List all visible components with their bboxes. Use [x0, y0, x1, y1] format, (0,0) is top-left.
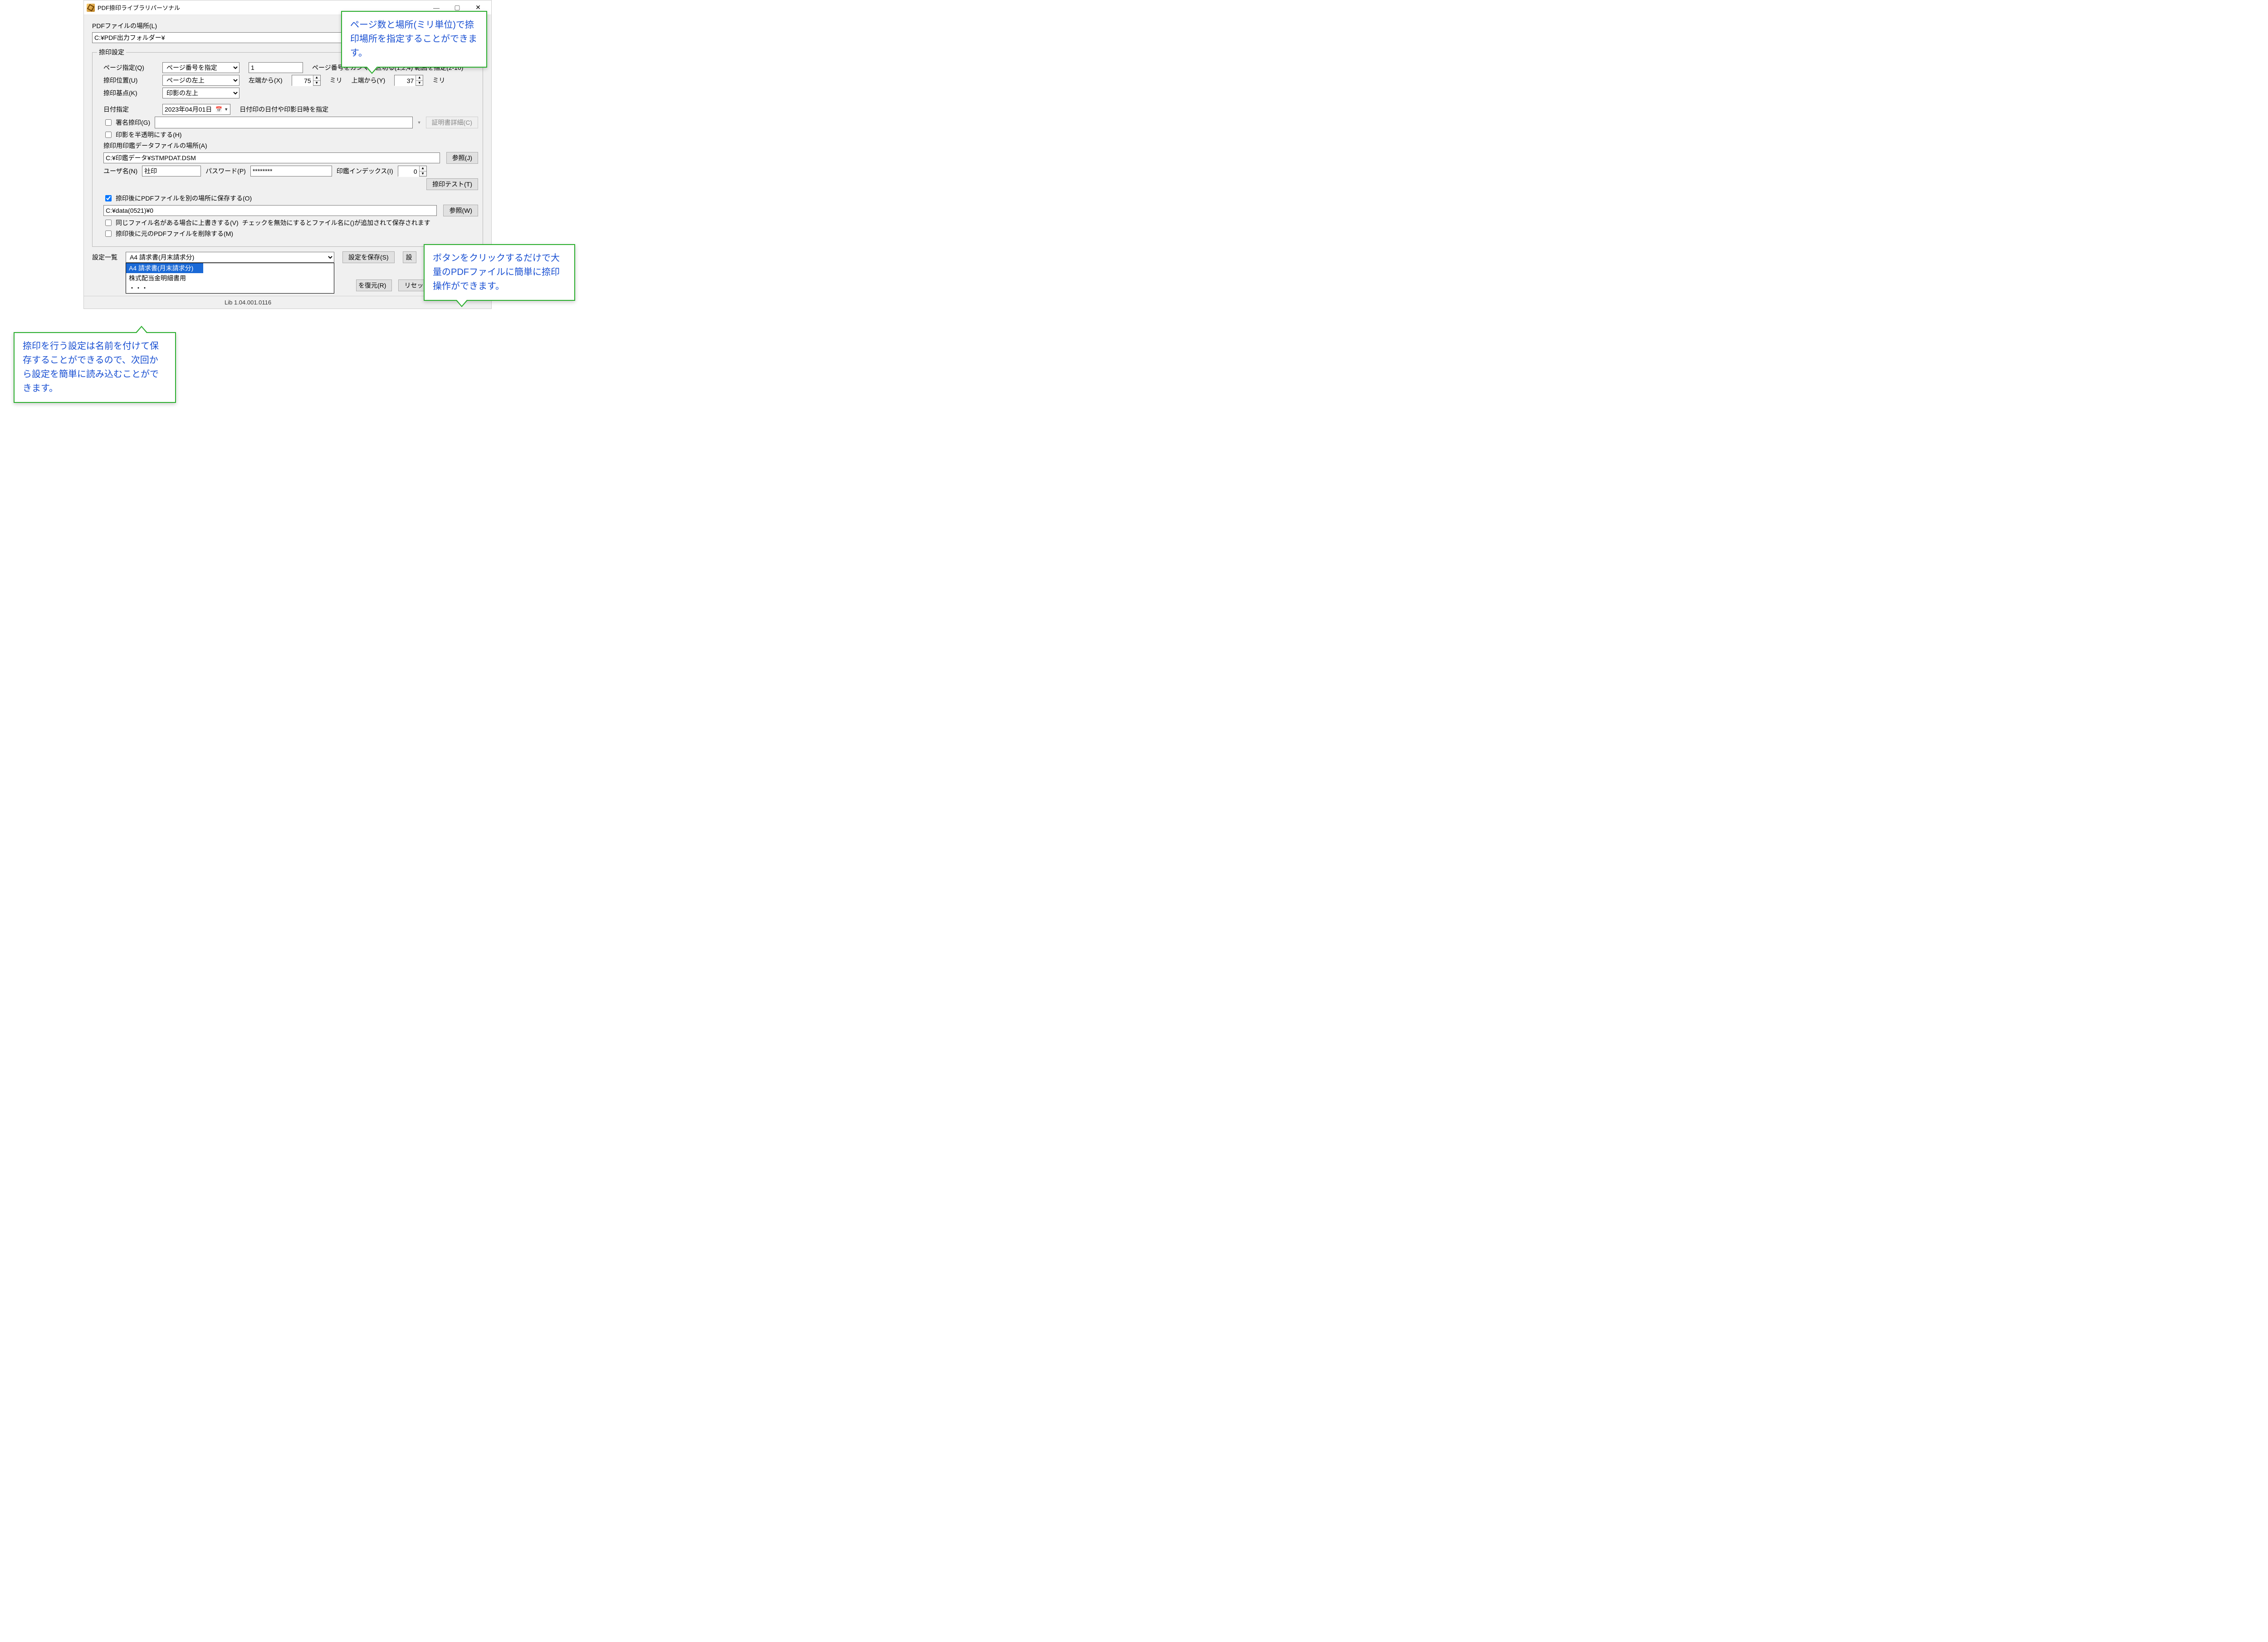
- settings-list-select[interactable]: A4 請求書(月末請求分): [126, 252, 334, 263]
- date-spec-hint: 日付印の日付や印影日時を指定: [240, 105, 328, 114]
- overwrite-check[interactable]: 同じファイル名がある場合に上書きする(V): [103, 218, 239, 227]
- window-title: PDF捺印ライブラリパーソナル: [98, 3, 180, 12]
- left-from-label: 左端から(X): [249, 76, 283, 85]
- status-text: Lib 1.04.001.0116: [225, 299, 271, 306]
- callout-settings-save: 捺印を行う設定は名前を付けて保存することができるので、次回から設定を簡単に読み込…: [14, 332, 176, 403]
- save-after-browse-button[interactable]: 参照(W): [443, 205, 478, 216]
- spin-up-icon[interactable]: ▲: [419, 166, 426, 172]
- stamp-index-spinner[interactable]: ▲▼: [398, 166, 427, 176]
- sign-stamp-field: [155, 117, 412, 128]
- spin-up-icon[interactable]: ▲: [415, 75, 423, 81]
- password-label: パスワード(P): [205, 167, 246, 176]
- page-spec-mode-select[interactable]: ページ番号を指定: [162, 62, 240, 73]
- username-input[interactable]: [142, 166, 201, 176]
- spin-up-icon[interactable]: ▲: [313, 75, 320, 81]
- date-value: 2023年04月01日: [165, 105, 212, 114]
- save-after-path-input[interactable]: [103, 205, 437, 216]
- spin-down-icon[interactable]: ▼: [415, 81, 423, 86]
- callout-page-location: ページ数と場所(ミリ単位)で捺印場所を指定することができます。: [341, 11, 487, 68]
- left-from-spinner[interactable]: ▲▼: [292, 75, 321, 86]
- username-label: ユーザ名(N): [103, 167, 137, 176]
- overwrite-hint: チェックを無効にするとファイル名に()が追加されて保存されます: [242, 218, 430, 227]
- settings-list-combo[interactable]: A4 請求書(月末請求分) A4 請求書(月末請求分) 株式配当金明細書用 ・・…: [126, 252, 334, 263]
- page-spec-label: ページ指定(Q): [103, 63, 153, 72]
- stamp-test-button[interactable]: 捺印テスト(T): [426, 178, 478, 190]
- stamp-file-input[interactable]: [103, 152, 440, 163]
- settings-list-option[interactable]: ・・・: [126, 283, 334, 293]
- stamp-settings-legend: 捺印設定: [97, 48, 126, 57]
- date-picker[interactable]: 2023年04月01日 📅 ▼: [162, 104, 230, 115]
- settings-list-dropdown[interactable]: A4 請求書(月末請求分) 株式配当金明細書用 ・・・: [126, 263, 334, 294]
- stamp-index-label: 印鑑インデックス(I): [337, 167, 393, 176]
- settings-list-option[interactable]: A4 請求書(月末請求分): [126, 263, 203, 273]
- stamp-settings-group: 捺印設定 ページ指定(Q) ページ番号を指定 ページ番号をカンマで区切る(1,2…: [92, 48, 483, 247]
- left-unit: ミリ: [330, 76, 342, 85]
- delete-src-check[interactable]: 捺印後に元のPDFファイルを削除する(M): [103, 229, 233, 238]
- stamp-file-label: 捺印用印鑑データファイルの場所(A): [103, 141, 478, 150]
- callout-run-button: ボタンをクリックするだけで大量のPDFファイルに簡単に捺印操作ができます。: [424, 244, 575, 301]
- stamp-pos-label: 捺印位置(U): [103, 76, 153, 85]
- date-spec-label: 日付指定: [103, 105, 153, 114]
- sign-stamp-check[interactable]: 署名捺印(G): [103, 118, 150, 127]
- save-after-check[interactable]: 捺印後にPDFファイルを別の場所に保存する(O): [103, 194, 252, 203]
- stamp-origin-select[interactable]: 印影の左上: [162, 88, 240, 98]
- chevron-down-icon: ▼: [417, 120, 421, 125]
- settings-list-label: 設定一覧: [92, 253, 117, 262]
- top-from-spinner[interactable]: ▲▼: [394, 75, 423, 86]
- app-icon: [87, 4, 95, 12]
- password-input[interactable]: [250, 166, 332, 176]
- calendar-icon[interactable]: 📅: [215, 106, 222, 113]
- page-spec-value-input[interactable]: [249, 62, 303, 73]
- chevron-down-icon[interactable]: ▼: [224, 107, 228, 112]
- stamp-file-browse-button[interactable]: 参照(J): [446, 152, 478, 164]
- stamp-origin-label: 捺印基点(K): [103, 88, 153, 98]
- spin-down-icon[interactable]: ▼: [313, 81, 320, 86]
- settings-restore-button[interactable]: を復元(R): [356, 279, 392, 291]
- settings-save-button[interactable]: 設定を保存(S): [342, 251, 395, 263]
- cert-detail-button: 証明書詳細(C): [426, 117, 478, 128]
- settings-list-option[interactable]: 株式配当金明細書用: [126, 273, 334, 283]
- spin-down-icon[interactable]: ▼: [419, 172, 426, 176]
- stamp-pos-select[interactable]: ページの左上: [162, 75, 240, 86]
- translucent-check[interactable]: 印影を半透明にする(H): [103, 130, 182, 139]
- settings-delete-button[interactable]: 設: [403, 251, 416, 263]
- top-from-label: 上端から(Y): [352, 76, 386, 85]
- top-unit: ミリ: [432, 76, 445, 85]
